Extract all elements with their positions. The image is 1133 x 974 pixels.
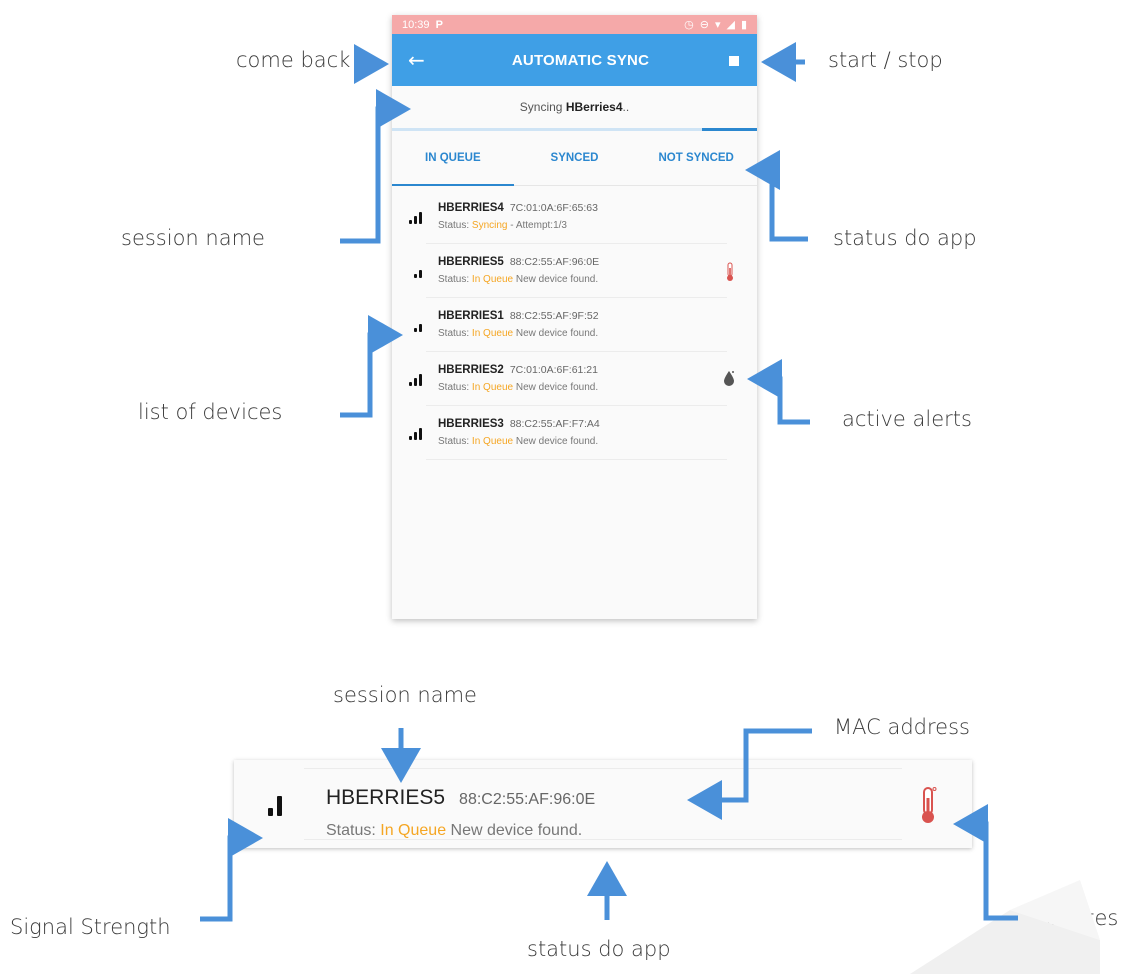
stop-button[interactable] [729, 51, 741, 70]
device-row[interactable]: HBERRIES4 7C:01:0A:6F:65:63 Status: Syncin… [392, 190, 757, 244]
device-row[interactable]: HBERRIES5 88:C2:55:AF:96:0E Status: In Que… [392, 244, 757, 298]
label-status-app: status do app [833, 226, 977, 250]
dnd-icon: ⊖ [699, 19, 709, 31]
device-list: HBERRIES4 7C:01:0A:6F:65:63 Status: Syncin… [392, 186, 757, 460]
device-name: HBERRIES3 [438, 418, 504, 430]
thermometer-icon [919, 786, 937, 830]
device-status: In Queue [471, 274, 514, 285]
device-info: HBERRIES1 88:C2:55:AF:9F:52 Status: In Que… [426, 298, 727, 352]
drop-icon [723, 370, 735, 390]
device-info: HBERRIES3 88:C2:55:AF:F7:A4 Status: In Que… [426, 406, 727, 460]
arrow-status-app [745, 150, 808, 242]
label-mac-address: MAC address [834, 715, 970, 739]
signal-strength-icon [392, 426, 426, 440]
device-card-zoom: HBERRIES5 88:C2:55:AF:96:0E Status: In Qu… [234, 760, 972, 848]
device-name: HBERRIES2 [438, 364, 504, 376]
watermark-shape [910, 880, 1100, 974]
device-mac: 88:C2:55:AF:9F:52 [509, 310, 599, 322]
device-info: HBERRIES2 7C:01:0A:6F:61:21 Status: In Que… [426, 352, 727, 406]
label-come-back: come back [236, 48, 351, 72]
battery-icon: ▮ [740, 19, 747, 31]
signal-strength-icon [268, 794, 282, 816]
arrow-active-alerts [747, 359, 810, 425]
phone-screenshot: 10:39 P ◷ ⊖ ▾ ◢ ▮ ← AUTOMATIC SYNC Synci… [392, 15, 757, 619]
label-start-stop: start / stop [828, 48, 943, 72]
device-row[interactable]: HBERRIES3 88:C2:55:AF:F7:A4 Status: In Que… [392, 406, 757, 460]
card-title-line: HBERRIES5 88:C2:55:AF:96:0E [326, 786, 595, 810]
device-name: HBERRIES5 [438, 256, 504, 268]
label-card-session-name: session name [333, 683, 477, 707]
device-mac: 88:C2:55:AF:F7:A4 [509, 418, 600, 430]
signal-strength-icon [392, 210, 426, 224]
tab-synced[interactable]: SYNCED [514, 131, 636, 185]
status-bar: 10:39 P ◷ ⊖ ▾ ◢ ▮ [392, 15, 757, 34]
signal-strength-icon [392, 372, 426, 386]
stop-icon [729, 55, 739, 66]
app-bar: ← AUTOMATIC SYNC [392, 34, 757, 86]
label-card-status-app: status do app [527, 937, 671, 961]
thermometer-icon [725, 262, 735, 286]
card-session-name: HBERRIES5 [326, 786, 446, 809]
cell-icon: ◢ [726, 19, 735, 31]
back-arrow-icon[interactable]: ← [408, 48, 432, 72]
card-status-value: In Queue [380, 822, 447, 839]
device-status: Syncing [471, 220, 508, 231]
device-status: In Queue [471, 328, 514, 339]
device-mac: 7C:01:0A:6F:61:21 [509, 364, 598, 376]
signal-strength-icon [392, 264, 426, 278]
tab-in-queue[interactable]: IN QUEUE [392, 131, 514, 186]
tab-not-synced[interactable]: NOT SYNCED [635, 131, 757, 185]
wifi-icon: ▾ [714, 19, 721, 31]
device-row[interactable]: HBERRIES1 88:C2:55:AF:9F:52 Status: In Que… [392, 298, 757, 352]
device-status: In Queue [471, 382, 514, 393]
device-name: HBERRIES4 [438, 202, 504, 214]
signal-strength-icon [392, 318, 426, 332]
device-info: HBERRIES5 88:C2:55:AF:96:0E Status: In Que… [426, 244, 727, 298]
device-row[interactable]: HBERRIES2 7C:01:0A:6F:61:21 Status: In Que… [392, 352, 757, 406]
tab-bar: IN QUEUE SYNCED NOT SYNCED [392, 131, 757, 186]
arrow-signal-strength [200, 818, 263, 922]
syncing-device-name: HBerries4 [565, 100, 623, 114]
arrow-list-of-devices [340, 315, 403, 418]
page-title: AUTOMATIC SYNC [511, 51, 650, 69]
device-mac: 7C:01:0A:6F:65:63 [509, 202, 598, 214]
device-mac: 88:C2:55:AF:96:0E [509, 256, 600, 268]
card-status-line: Status: In Queue New device found. [326, 822, 583, 839]
label-active-alerts: active alerts [842, 407, 972, 431]
card-mac-address: 88:C2:55:AF:96:0E [459, 791, 596, 808]
label-list-of-devices: list of devices [138, 400, 283, 424]
label-signal-strength: Signal Strength [10, 915, 171, 939]
device-info: HBERRIES4 7C:01:0A:6F:65:63 Status: Syncin… [426, 190, 727, 244]
syncing-status: Syncing HBerries4.. [392, 86, 757, 128]
status-icons: ◷ ⊖ ▾ ◢ ▮ [684, 18, 747, 31]
status-time: 10:39 P [402, 18, 443, 31]
device-status: In Queue [471, 436, 514, 447]
label-session-name: session name [121, 226, 265, 250]
device-name: HBERRIES1 [438, 310, 504, 322]
alarm-icon: ◷ [684, 19, 694, 31]
